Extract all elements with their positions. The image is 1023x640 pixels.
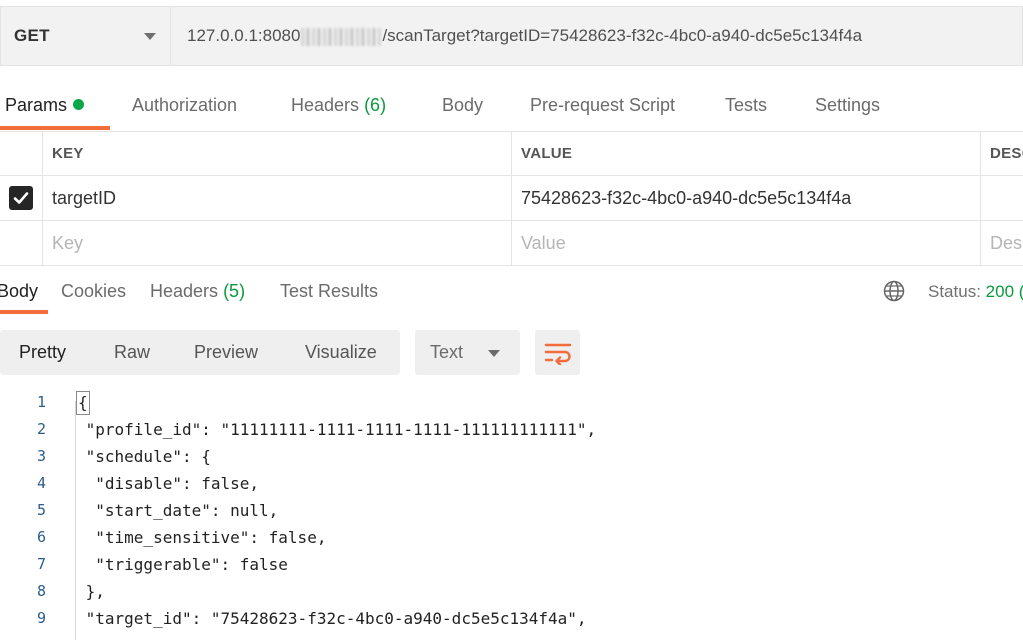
code-text: "schedule": {	[76, 447, 211, 466]
wrap-lines-button[interactable]	[535, 330, 580, 375]
tab-tests[interactable]: Tests	[725, 95, 767, 116]
redacted-blur	[301, 27, 382, 46]
new-key-input[interactable]: Key	[43, 221, 512, 265]
status-label: Status:	[928, 282, 981, 301]
wrap-lines-icon	[544, 343, 571, 365]
chevron-down-icon	[488, 350, 500, 357]
header-value: VALUE	[521, 145, 573, 162]
code-text: "triggerable": false	[76, 555, 288, 574]
url-input[interactable]: 127.0.0.1:8080/scanTarget?targetID=75428…	[170, 6, 1023, 66]
header-description: DESC	[990, 145, 1023, 162]
param-value: 75428623-f32c-4bc0-a940-dc5e5c134f4a	[521, 187, 852, 208]
tab-prerequest-script[interactable]: Pre-request Script	[530, 95, 675, 116]
header-key-cell: KEY	[43, 132, 512, 175]
globe-icon[interactable]	[883, 280, 905, 302]
line-number: 1	[36, 393, 46, 411]
empty-check-cell	[0, 221, 43, 265]
code-line: 4 "disable": false,	[0, 470, 1023, 497]
params-active-dot	[73, 99, 85, 110]
param-key: targetID	[52, 187, 117, 208]
code-text: "disable": false,	[76, 474, 260, 493]
code-text: {	[76, 389, 90, 416]
code-text: },	[76, 582, 105, 601]
code-line: 8 },	[0, 578, 1023, 605]
line-number: 4	[36, 474, 46, 492]
tab-headers-count: (6)	[364, 95, 387, 115]
tab-response-body[interactable]: Body	[0, 281, 38, 302]
header-key: KEY	[52, 145, 84, 162]
line-number: 5	[36, 501, 46, 519]
table-row: targetID 75428623-f32c-4bc0-a940-dc5e5c1…	[0, 176, 1023, 221]
code-line: 2 "profile_id": "11111111-1111-1111-1111…	[0, 416, 1023, 443]
value-placeholder: Value	[521, 232, 566, 253]
line-number: 8	[36, 582, 46, 600]
status-info: Status: 200 (	[928, 282, 1023, 302]
code-text: "start_date": null,	[76, 501, 279, 520]
table-header-row: KEY VALUE DESC	[0, 131, 1023, 176]
tab-test-results[interactable]: Test Results	[280, 281, 378, 302]
tab-response-headers-label: Headers	[150, 281, 219, 301]
view-mode-group: Pretty Raw Preview Visualize	[0, 330, 400, 375]
tab-authorization[interactable]: Authorization	[132, 95, 237, 116]
tab-params-label: Params	[5, 95, 68, 115]
header-check-cell	[0, 132, 43, 175]
row-check-cell	[0, 176, 43, 220]
code-line: 6 "time_sensitive": false,	[0, 524, 1023, 551]
url-bar: GET 127.0.0.1:8080/scanTarget?targetID=7…	[0, 6, 1023, 66]
code-text: "profile_id": "11111111-1111-1111-1111-1…	[76, 420, 597, 439]
header-value-cell: VALUE	[512, 132, 981, 175]
method-label: GET	[14, 26, 50, 45]
url-text: 127.0.0.1:8080/scanTarget?targetID=75428…	[187, 26, 862, 46]
preview-button[interactable]: Preview	[194, 342, 258, 363]
header-desc-cell: DESC	[981, 132, 1023, 175]
check-icon	[13, 192, 29, 204]
tab-headers[interactable]: Headers (6)	[291, 95, 386, 116]
params-table: KEY VALUE DESC targetID 75428623-f32c-4b…	[0, 131, 1023, 266]
line-number: 6	[36, 528, 46, 546]
url-suffix: /scanTarget?targetID=75428623-f32c-4bc0-…	[382, 26, 863, 45]
raw-button[interactable]: Raw	[114, 342, 150, 363]
status-code: 200 (	[985, 282, 1023, 301]
format-select[interactable]: Text	[415, 330, 520, 375]
response-tabs: Body Cookies Headers (5) Test Results St…	[0, 268, 1023, 316]
tab-headers-label: Headers	[291, 95, 360, 115]
key-placeholder: Key	[52, 232, 84, 253]
url-prefix: 127.0.0.1:8080	[187, 26, 301, 45]
tab-cookies[interactable]: Cookies	[61, 281, 126, 302]
desc-placeholder: Des	[990, 232, 1023, 253]
tab-response-headers[interactable]: Headers (5)	[150, 281, 245, 302]
new-desc-input[interactable]: Des	[981, 221, 1023, 265]
line-number: 7	[36, 555, 46, 573]
tab-response-headers-count: (5)	[223, 281, 246, 301]
param-key-input[interactable]: targetID	[43, 176, 512, 220]
format-selected: Text	[430, 342, 464, 362]
method-select[interactable]: GET	[0, 6, 170, 66]
visualize-button[interactable]: Visualize	[305, 342, 377, 363]
code-line: 3 "schedule": {	[0, 443, 1023, 470]
tab-settings[interactable]: Settings	[815, 95, 880, 116]
code-line: 5 "start_date": null,	[0, 497, 1023, 524]
table-row-empty: Key Value Des	[0, 221, 1023, 266]
code-text: "target_id": "75428623-f32c-4bc0-a940-dc…	[76, 609, 587, 628]
line-number: 9	[36, 609, 46, 627]
request-tabs: Params Authorization Headers (6) Body Pr…	[0, 82, 1023, 132]
chevron-down-icon	[144, 32, 156, 40]
param-value-input[interactable]: 75428623-f32c-4bc0-a940-dc5e5c134f4a	[512, 176, 981, 220]
code-line: 9 "target_id": "75428623-f32c-4bc0-a940-…	[0, 605, 1023, 632]
active-tab-indicator	[0, 126, 110, 130]
tab-body[interactable]: Body	[442, 95, 483, 116]
param-desc-input[interactable]	[981, 176, 1023, 220]
line-number: 2	[36, 420, 46, 438]
code-line: 1{	[0, 389, 1023, 416]
tab-params[interactable]: Params	[5, 95, 85, 116]
matched-brace: {	[76, 391, 90, 415]
active-response-tab-indicator	[0, 310, 48, 314]
code-text: "time_sensitive": false,	[76, 528, 327, 547]
param-checkbox[interactable]	[9, 186, 33, 210]
code-line: 7 "triggerable": false	[0, 551, 1023, 578]
pretty-button[interactable]: Pretty	[19, 342, 66, 363]
line-number: 3	[36, 447, 46, 465]
new-value-input[interactable]: Value	[512, 221, 981, 265]
response-body-editor[interactable]: 1{2 "profile_id": "11111111-1111-1111-11…	[0, 389, 1023, 640]
